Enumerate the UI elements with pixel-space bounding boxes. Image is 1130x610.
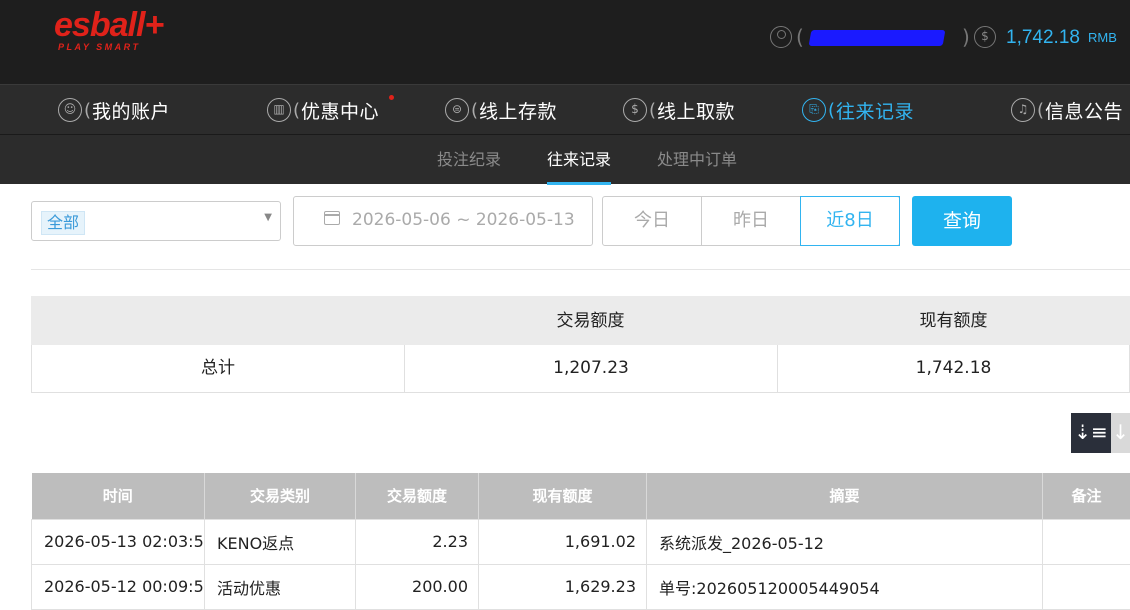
username-redacted [809, 30, 946, 46]
nav-paren: ( [293, 100, 300, 121]
table-row: 2026-05-12 00:09:59 活动优惠 200.00 1,629.23… [32, 564, 1130, 609]
summary-header-transaction: 交易额度 [404, 296, 777, 345]
esball-logo[interactable]: esball+ PLAY SMART [54, 6, 174, 54]
nav-label: 线上存款 [479, 97, 557, 124]
sort-desc-icon[interactable]: ⇣≡ [1071, 413, 1111, 453]
summary-current-amount: 1,742.18 [778, 345, 1129, 392]
gift-icon: ▥ [267, 98, 291, 122]
cell-balance: 1,691.02 [479, 519, 647, 564]
summary-table: 交易额度 现有额度 总计 1,207.23 1,742.18 [31, 296, 1130, 393]
last-8-days-button[interactable]: 近8日 [800, 196, 900, 246]
records-table: 时间 交易类别 交易额度 现有额度 摘要 备注 2026-05-13 02:03… [31, 473, 1130, 610]
chevron-down-icon: ▼ [264, 212, 272, 223]
nav-my-account[interactable]: ☺ ( 我的账户 [58, 85, 170, 135]
bell-icon: ♫ [1011, 98, 1035, 122]
summary-header: 交易额度 现有额度 [31, 296, 1130, 345]
cell-remark [1043, 519, 1130, 564]
paren-open: ( [796, 24, 804, 50]
tab-bet-records[interactable]: 投注纪录 [437, 135, 501, 185]
summary-row: 总计 1,207.23 1,742.18 [31, 345, 1130, 393]
summary-header-blank [31, 296, 404, 345]
yesterday-button[interactable]: 昨日 [702, 197, 801, 245]
quick-date-group: 今日 昨日 近8日 [602, 196, 900, 246]
top-bar: esball+ PLAY SMART ( ) $ 1,742.18 RMB [0, 0, 1130, 84]
col-summary: 摘要 [647, 473, 1043, 519]
nav-label: 我的账户 [92, 97, 170, 124]
cell-type: 活动优惠 [205, 564, 356, 609]
cell-summary: 单号:202605120005449054 [647, 564, 1043, 609]
main-nav: ☺ ( 我的账户 ▥ ( 优惠中心 ⊜ ( 线上存款 $ ( 线上取款 ⎘ ( … [0, 84, 1130, 134]
notification-dot [389, 95, 394, 100]
cell-summary: 系统派发_2026-05-12 [647, 519, 1043, 564]
type-select[interactable]: 全部 ▼ [31, 201, 281, 241]
col-amount: 交易额度 [356, 473, 479, 519]
nav-paren: ( [1037, 100, 1044, 121]
col-balance: 现有额度 [479, 473, 647, 519]
nav-promotions[interactable]: ▥ ( 优惠中心 [267, 85, 379, 135]
cell-type: KENO返点 [205, 519, 356, 564]
logo-tagline: PLAY SMART [58, 42, 141, 52]
user-area: ( ) $ 1,742.18 RMB [770, 22, 1130, 54]
col-type: 交易类别 [205, 473, 356, 519]
nav-paren: ( [649, 100, 656, 121]
nav-announcements[interactable]: ♫ ( 信息公告 [1011, 85, 1123, 135]
nav-label: 往来记录 [836, 97, 914, 124]
sub-nav: 投注纪录 往来记录 处理中订单 [0, 134, 1130, 184]
tab-pending-orders[interactable]: 处理中订单 [657, 135, 737, 185]
nav-withdraw[interactable]: $ ( 线上取款 [623, 85, 735, 135]
nav-label: 线上取款 [657, 97, 735, 124]
cell-amount: 200.00 [356, 564, 479, 609]
nav-paren: ( [84, 100, 91, 121]
tab-transaction-records[interactable]: 往来记录 [547, 135, 611, 185]
date-range-value: 2026-05-06 ~ 2026-05-13 [352, 210, 575, 230]
cell-balance: 1,629.23 [479, 564, 647, 609]
records-header-row: 时间 交易类别 交易额度 现有额度 摘要 备注 [32, 473, 1130, 519]
user-icon[interactable] [770, 26, 792, 48]
divider [31, 269, 1130, 270]
sort-asc-icon[interactable]: ↓ [1111, 413, 1130, 453]
today-button[interactable]: 今日 [603, 197, 702, 245]
query-button[interactable]: 查询 [912, 196, 1012, 246]
nav-records[interactable]: ⎘ ( 往来记录 [802, 85, 914, 135]
summary-transaction-amount: 1,207.23 [405, 345, 778, 392]
balance-currency: RMB [1088, 30, 1117, 45]
user-icon: ☺ [58, 98, 82, 122]
nav-label: 信息公告 [1045, 97, 1123, 124]
nav-paren: ( [828, 100, 835, 121]
date-range-picker[interactable]: 2026-05-06 ~ 2026-05-13 [293, 196, 593, 246]
balance-icon: $ [974, 26, 996, 48]
nav-deposit[interactable]: ⊜ ( 线上存款 [445, 85, 557, 135]
summary-header-current: 现有额度 [777, 296, 1130, 345]
type-selected-tag[interactable]: 全部 [41, 211, 85, 235]
nav-paren: ( [471, 100, 478, 121]
logo-text: esball+ [54, 6, 163, 44]
deposit-icon: ⊜ [445, 98, 469, 122]
col-remark: 备注 [1043, 473, 1130, 519]
col-time: 时间 [32, 473, 205, 519]
records-icon: ⎘ [802, 98, 826, 122]
paren-close: ) [962, 24, 970, 50]
cell-time: 2026-05-12 00:09:59 [32, 564, 205, 609]
withdraw-icon: $ [623, 98, 647, 122]
table-row: 2026-05-13 02:03:53 KENO返点 2.23 1,691.02… [32, 519, 1130, 564]
balance-amount: 1,742.18 [1006, 24, 1080, 52]
nav-label: 优惠中心 [301, 97, 379, 124]
summary-total-label: 总计 [32, 345, 405, 392]
cell-amount: 2.23 [356, 519, 479, 564]
calendar-icon [324, 211, 340, 225]
cell-time: 2026-05-13 02:03:53 [32, 519, 205, 564]
cell-remark [1043, 564, 1130, 609]
